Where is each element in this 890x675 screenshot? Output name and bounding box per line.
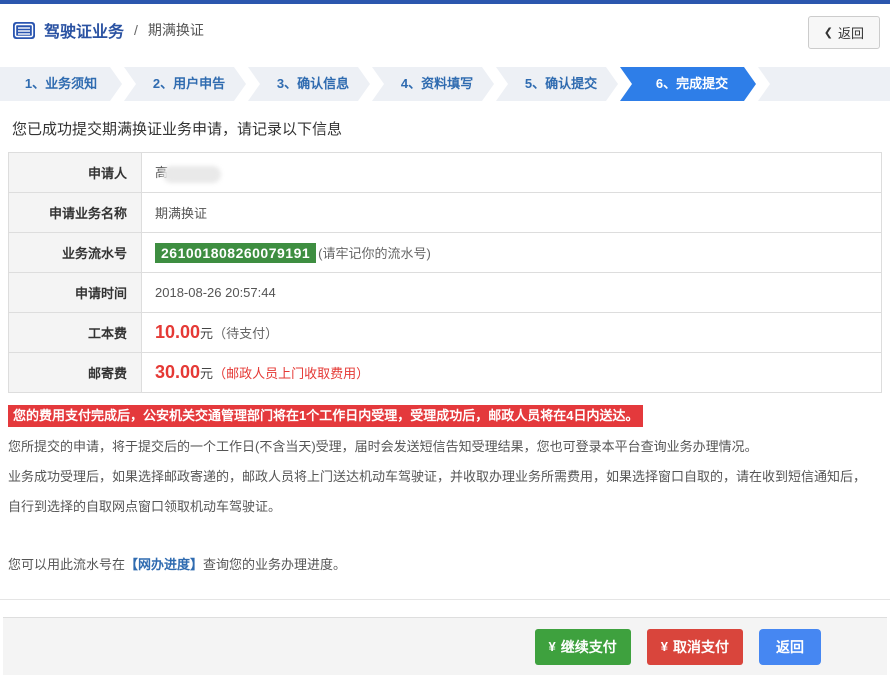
fee-unit: 元 [200,366,213,381]
page-header: 驾驶证业务 / 期满换证 ❮ 返回 [0,4,890,56]
serial-number-badge: 261001808260079191 [155,243,316,263]
notice-section: 您的费用支付完成后，公安机关交通管理部门将在1个工作日内受理，受理成功后，邮政人… [0,405,890,600]
notice-paragraph-1: 您所提交的申请，将于提交后的一个工作日(不含当天)受理，届时会发送短信告知受理结… [8,437,882,457]
serial-number-note: (请牢记你的流水号) [318,246,431,261]
fee-unit: 元 [200,326,213,341]
step-2-user-declaration: 2、用户申告 [124,67,246,101]
cancel-payment-label: 取消支付 [673,637,729,657]
production-fee-cell: 10.00元（待支付） [142,313,882,353]
chevron-left-icon: ❮ [824,26,833,39]
breadcrumb: 驾驶证业务 / 期满换证 [12,18,880,42]
yen-icon: ¥ [549,639,556,654]
table-row-postage-fee: 邮寄费 30.00元（邮政人员上门收取费用） [9,353,882,393]
table-row-serial-number: 业务流水号 261001808260079191(请牢记你的流水号) [9,233,882,273]
payment-warning-banner: 您的费用支付完成后，公安机关交通管理部门将在1个工作日内受理，受理成功后，邮政人… [8,405,643,427]
step-3-confirm-info: 3、确认信息 [248,67,370,101]
breadcrumb-separator: / [134,22,138,38]
business-name-value: 期满换证 [142,193,882,233]
header-back-button[interactable]: ❮ 返回 [808,16,880,49]
success-message: 您已成功提交期满换证业务申请，请记录以下信息 [12,118,890,139]
production-fee-note: （待支付） [213,326,278,341]
row-label: 邮寄费 [9,353,142,393]
progress-hint-suffix: 查询您的业务办理进度。 [203,557,346,572]
notice-paragraph-2: 业务成功受理后，如果选择邮政寄递的，邮政人员将上门送达机动车驾驶证，并收取办理业… [8,467,882,487]
row-label: 申请人 [9,153,142,193]
page-title: 驾驶证业务 [44,18,124,42]
progress-hint-prefix: 您可以用此流水号在 [8,557,125,572]
footer-back-label: 返回 [776,637,804,657]
notice-paragraph-3: 自行到选择的自取网点窗口领取机动车驾驶证。 [8,497,882,517]
content-bottom-divider [0,585,890,600]
postage-fee-amount: 30.00 [155,362,200,382]
list-icon [12,21,36,40]
progress-link[interactable]: 【网办进度】 [125,557,203,572]
table-row-apply-time: 申请时间 2018-08-26 20:57:44 [9,273,882,313]
step-6-complete-submit: 6、完成提交 [620,67,756,101]
step-5-confirm-submit: 5、确认提交 [496,67,618,101]
table-row-production-fee: 工本费 10.00元（待支付） [9,313,882,353]
serial-number-cell: 261001808260079191(请牢记你的流水号) [142,233,882,273]
continue-payment-label: 继续支付 [561,637,617,657]
banner-row: 您的费用支付完成后，公安机关交通管理部门将在1个工作日内受理，受理成功后，邮政人… [8,405,882,427]
step-4-fill-data: 4、资料填写 [372,67,494,101]
row-label: 工本费 [9,313,142,353]
step-wizard: 1、业务须知 2、用户申告 3、确认信息 4、资料填写 5、确认提交 6、完成提… [0,67,890,101]
breadcrumb-current: 期满换证 [148,20,204,40]
applicant-name-cell: 高 [142,153,882,193]
table-row-business-name: 申请业务名称 期满换证 [9,193,882,233]
row-label: 业务流水号 [9,233,142,273]
step-1-business-notice: 1、业务须知 [0,67,122,101]
progress-hint: 您可以用此流水号在【网办进度】查询您的业务办理进度。 [8,555,882,575]
postage-fee-cell: 30.00元（邮政人员上门收取费用） [142,353,882,393]
production-fee-amount: 10.00 [155,322,200,342]
application-info-table: 申请人 高 申请业务名称 期满换证 业务流水号 2610018082600791… [8,152,882,393]
footer-action-bar: ¥ 继续支付 ¥ 取消支付 返回 [3,617,887,675]
row-label: 申请业务名称 [9,193,142,233]
table-row-applicant: 申请人 高 [9,153,882,193]
row-label: 申请时间 [9,273,142,313]
step-bar-filler [758,67,890,101]
redacted-name-blur [163,166,221,183]
yen-icon: ¥ [661,639,668,654]
apply-time-value: 2018-08-26 20:57:44 [142,273,882,313]
postage-fee-note: （邮政人员上门收取费用） [213,366,369,381]
header-back-label: 返回 [838,23,864,42]
